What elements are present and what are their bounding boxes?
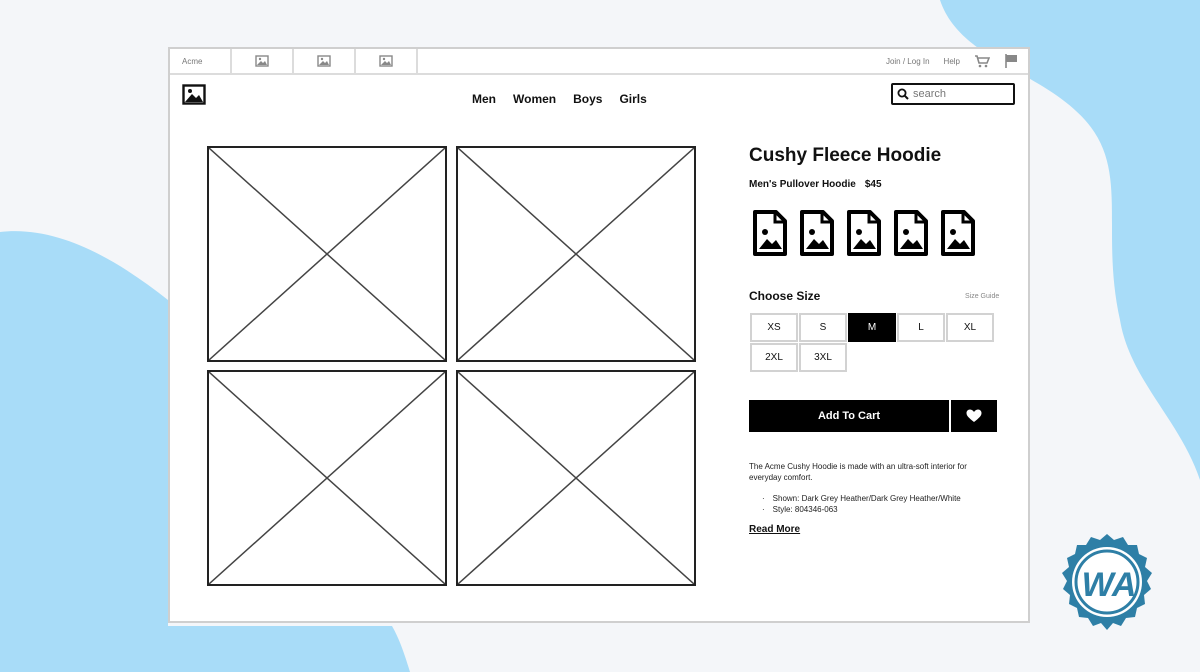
image-icon (255, 55, 269, 67)
image-icon (317, 55, 331, 67)
add-to-cart-button[interactable]: Add To Cart (749, 400, 949, 432)
choose-size-heading: Choose Size (749, 289, 821, 303)
detail-item: Style: 804346-063 (762, 504, 961, 515)
join-login-link[interactable]: Join / Log In (886, 57, 930, 66)
color-swatches (752, 209, 976, 257)
size-option-l[interactable]: L (897, 313, 945, 342)
wa-logo-badge: WA (1062, 534, 1152, 630)
nav-link-men[interactable]: Men (472, 92, 496, 106)
size-option-s[interactable]: S (799, 313, 847, 342)
nav-link-boys[interactable]: Boys (573, 92, 602, 106)
image-placeholder-2 (456, 146, 696, 362)
size-option-m-selected[interactable]: M (848, 313, 896, 342)
image-tab-3[interactable] (356, 49, 418, 73)
wireframe-window: Acme Join / Log In Help Men Women Boys G… (168, 47, 1030, 623)
image-tab-2[interactable] (294, 49, 356, 73)
product-title: Cushy Fleece Hoodie (749, 145, 942, 166)
search-input[interactable] (913, 88, 1003, 100)
heart-icon (966, 409, 982, 423)
image-placeholder-1 (207, 146, 447, 362)
size-option-3xl[interactable]: 3XL (799, 343, 847, 372)
size-option-xs[interactable]: XS (750, 313, 798, 342)
nav-link-women[interactable]: Women (513, 92, 556, 106)
logo-image-icon[interactable] (182, 84, 206, 110)
file-image-icon[interactable] (799, 209, 835, 257)
image-icon (379, 55, 393, 67)
product-description: The Acme Cushy Hoodie is made with an ul… (749, 462, 967, 482)
image-placeholder-3 (207, 370, 447, 586)
file-image-icon[interactable] (940, 209, 976, 257)
product-subtitle: Men's Pullover Hoodie $45 (749, 179, 882, 190)
read-more-link[interactable]: Read More (749, 524, 800, 535)
image-placeholder-4 (456, 370, 696, 586)
search-icon (897, 88, 909, 100)
favorite-button[interactable] (951, 400, 997, 432)
file-image-icon[interactable] (752, 209, 788, 257)
utility-bar: Acme Join / Log In Help (170, 49, 1028, 75)
help-link[interactable]: Help (944, 57, 960, 66)
account-links: Join / Log In Help (886, 49, 1018, 73)
product-type: Men's Pullover Hoodie (749, 179, 856, 190)
size-guide-link[interactable]: Size Guide (965, 293, 999, 300)
flag-icon[interactable] (1004, 53, 1018, 69)
product-details-list: Shown: Dark Grey Heather/Dark Grey Heath… (762, 493, 961, 515)
search-box[interactable] (891, 83, 1015, 105)
file-image-icon[interactable] (846, 209, 882, 257)
svg-text:WA: WA (1082, 566, 1137, 604)
cart-icon[interactable] (974, 54, 990, 68)
image-tab-1[interactable] (232, 49, 294, 73)
brand-name: Acme (170, 49, 232, 73)
size-option-xl[interactable]: XL (946, 313, 994, 342)
size-option-2xl[interactable]: 2XL (750, 343, 798, 372)
file-image-icon[interactable] (893, 209, 929, 257)
nav-link-girls[interactable]: Girls (619, 92, 646, 106)
detail-item: Shown: Dark Grey Heather/Dark Grey Heath… (762, 493, 961, 504)
product-price: $45 (864, 179, 882, 190)
main-nav: Men Women Boys Girls (472, 92, 647, 106)
